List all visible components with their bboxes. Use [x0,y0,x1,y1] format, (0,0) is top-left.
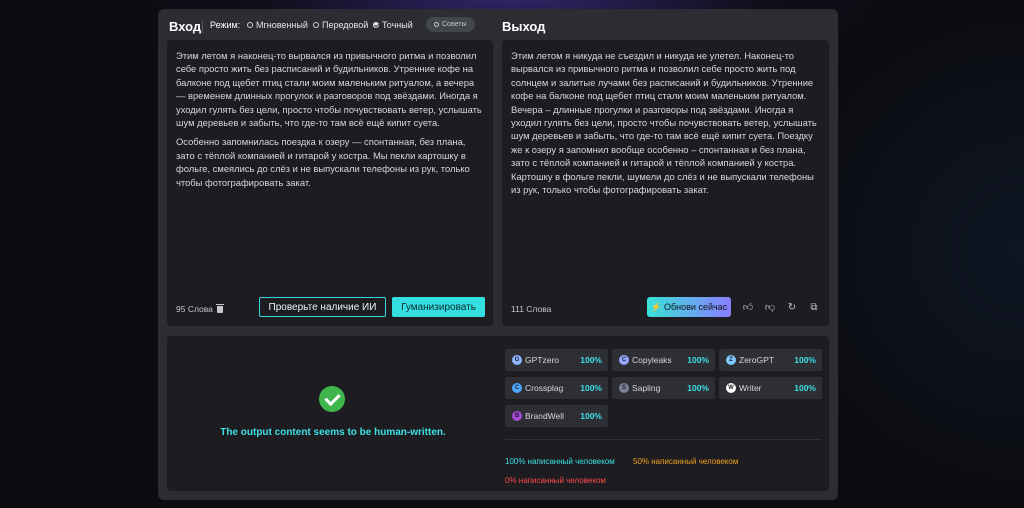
gptzero-icon: G [512,355,522,365]
mode-option-label: Мгновенный [256,20,308,30]
detector-score: 100% [794,383,816,393]
input-text[interactable]: Этим летом я наконец-то вырвался из прив… [176,49,484,195]
radio-checked-icon[interactable] [373,22,379,28]
detector-score: 100% [687,355,709,365]
radio-icon[interactable] [247,22,253,28]
mode-option-precise[interactable]: Точный [373,20,413,30]
humanize-button[interactable]: Гуманизировать [392,297,485,317]
word-count-label: 111 Слова [511,304,552,314]
mode-option-label: Точный [382,20,413,30]
detector-name: Copyleaks [632,355,672,365]
mode-option-instant[interactable]: Мгновенный [247,20,308,30]
output-word-count: 111 Слова [511,304,551,314]
check-ai-button[interactable]: Проверьте наличие ИИ [259,297,386,317]
humanizer-app: Вход Режим: Мгновенный Передовой Точный … [158,9,838,500]
crossplag-icon: C [512,383,522,393]
detector-writer: W Writer 100% [719,377,822,399]
top-bar: Вход Режим: Мгновенный Передовой Точный … [158,9,838,39]
check-circle-icon [319,386,345,412]
detector-name: ZeroGPT [739,355,774,365]
output-panel: Этим летом я никуда не съездил и никуда … [502,40,829,326]
brandwell-icon: B [512,411,522,421]
radio-icon[interactable] [313,22,319,28]
refresh-icon[interactable]: ↻ [786,301,798,313]
sapling-icon: S [619,383,629,393]
input-paragraph: Особенно запомнилась поездка к озеру — с… [176,136,470,188]
detector-crossplag: C Crossplag 100% [505,377,608,399]
writer-icon: W [726,383,736,393]
detector-gptzero: G GPTzero 100% [505,349,608,371]
mode-option-advanced[interactable]: Передовой [313,20,368,30]
trash-icon[interactable] [215,303,224,313]
detector-copyleaks: C Copyleaks 100% [612,349,715,371]
detector-name: Sapling [632,383,661,393]
output-title: Выход [502,19,546,34]
legend-divider [505,439,821,440]
word-count-label: 95 Слова [176,304,213,314]
tips-button[interactable]: Советы [426,17,475,32]
output-paragraph: Этим летом я никуда не съездил и никуда … [511,50,817,196]
detector-name: GPTzero [525,355,560,365]
input-paragraph: Этим летом я наконец-то вырвался из прив… [176,50,482,129]
copy-icon[interactable]: ⧉ [808,301,820,313]
thumbs-up-icon[interactable]: 👍︎ [742,301,754,313]
mode-option-label: Передовой [322,20,369,30]
thumbs-down-icon[interactable]: 👎︎ [764,301,776,313]
tips-label: Советы [442,21,467,28]
detector-score: 100% [794,355,816,365]
mode-label: Режим: [210,20,241,30]
legend-50: 50% написанный человеком [633,457,739,466]
lightning-icon: ⚡ [650,301,663,312]
legend-100: 100% написанный человеком [505,457,615,466]
detector-brandwell: B BrandWell 100% [505,405,608,427]
detector-zerogpt: Z ZeroGPT 100% [719,349,822,371]
detection-result-panel: The output content seems to be human-wri… [167,336,829,491]
detector-score: 100% [580,411,602,421]
copyleaks-icon: C [619,355,629,365]
detector-score: 100% [580,355,602,365]
update-now-button[interactable]: ⚡ Обнови сейчас [647,297,731,317]
detector-name: BrandWell [525,411,565,421]
input-word-count: 95 Слова [176,303,224,314]
input-title: Вход [169,19,202,34]
input-panel[interactable]: Этим летом я наконец-то вырвался из прив… [167,40,493,326]
lightbulb-icon [434,22,439,27]
title-divider [202,20,203,33]
legend-0: 0% написанный человеком [505,476,606,485]
detector-sapling: S Sapling 100% [612,377,715,399]
detector-name: Crossplag [525,383,564,393]
zerogpt-icon: Z [726,355,736,365]
detector-score: 100% [580,383,602,393]
human-written-message: The output content seems to be human-wri… [220,427,446,438]
output-text: Этим летом я никуда не съездил и никуда … [511,49,820,202]
detector-score: 100% [687,383,709,393]
detector-name: Writer [739,383,762,393]
update-now-label: Обнови сейчас [664,302,728,312]
